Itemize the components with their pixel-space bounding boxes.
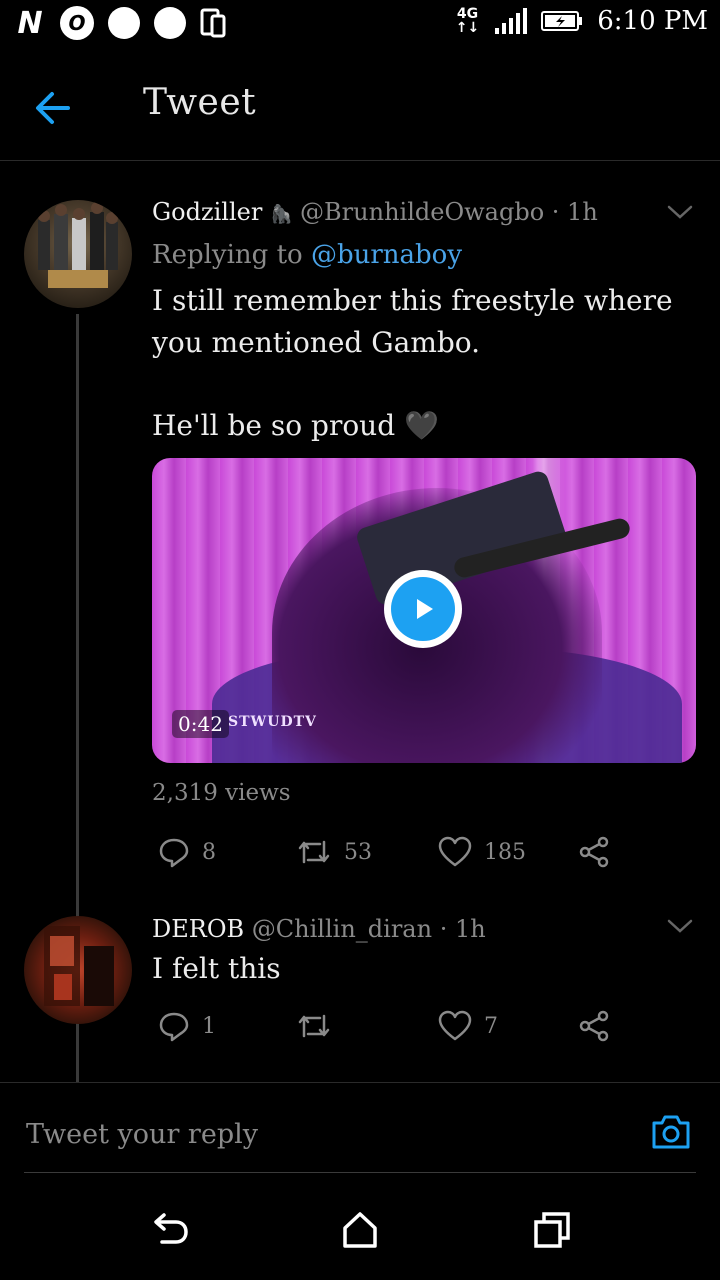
avatar-photo bbox=[44, 926, 114, 1006]
reply-button[interactable]: 1 bbox=[158, 1010, 216, 1042]
share-icon bbox=[579, 836, 609, 868]
display-name[interactable]: DEROB bbox=[152, 915, 244, 943]
recent-apps-icon[interactable] bbox=[532, 1210, 572, 1250]
reply-count: 1 bbox=[202, 1013, 216, 1039]
retweet-button[interactable] bbox=[296, 1010, 344, 1042]
navigation-bar bbox=[0, 1180, 720, 1280]
handle[interactable]: @BrunhildeOwagbo bbox=[300, 198, 544, 226]
heart-emoji: 🖤 bbox=[404, 409, 439, 442]
back-arrow-icon[interactable] bbox=[30, 86, 80, 130]
timestamp: · 1h bbox=[551, 198, 598, 226]
like-count: 7 bbox=[484, 1013, 498, 1039]
reply-divider bbox=[24, 1172, 696, 1173]
share-icon bbox=[579, 1010, 609, 1042]
reply-input[interactable] bbox=[24, 1113, 588, 1155]
timestamp: · 1h bbox=[439, 915, 486, 943]
tweet-text-line2: He'll be so proud 🖤 bbox=[152, 409, 439, 442]
chevron-down-icon[interactable] bbox=[666, 202, 694, 222]
battery-icon bbox=[541, 11, 583, 31]
home-icon[interactable] bbox=[340, 1210, 380, 1250]
screenshot-icon bbox=[200, 8, 226, 38]
tweet-text: I felt this bbox=[152, 952, 281, 985]
back-icon[interactable] bbox=[150, 1210, 190, 1250]
circle-notification-icon bbox=[154, 7, 186, 39]
reply-count: 8 bbox=[202, 839, 216, 865]
video-watermark: STWUDTV bbox=[228, 714, 317, 730]
mention-link[interactable]: @burnaboy bbox=[311, 240, 462, 270]
replying-to: Replying to @burnaboy bbox=[152, 240, 463, 270]
heart-icon bbox=[438, 836, 472, 867]
video-player[interactable]: STWUDTV 0:42 bbox=[152, 458, 696, 763]
reply-icon bbox=[159, 838, 189, 868]
status-time: 6:10 PM bbox=[597, 6, 708, 36]
status-bar: N O 4G ↑↓ 6:10 PM bbox=[0, 0, 720, 52]
tweet-header: DEROB @Chillin_diran · 1h bbox=[152, 915, 486, 943]
share-button[interactable] bbox=[578, 1010, 610, 1042]
like-count: 185 bbox=[484, 839, 526, 865]
avatar[interactable] bbox=[24, 200, 132, 308]
like-button[interactable]: 7 bbox=[438, 1010, 498, 1042]
opera-icon: O bbox=[60, 6, 94, 40]
retweet-count: 53 bbox=[344, 839, 372, 865]
network-type: 4G ↑↓ bbox=[455, 6, 480, 36]
reply-button[interactable]: 8 bbox=[158, 836, 216, 868]
play-button[interactable] bbox=[384, 570, 462, 648]
header: Tweet bbox=[0, 56, 720, 161]
heart-icon bbox=[438, 1010, 472, 1041]
video-duration: 0:42 bbox=[172, 710, 229, 738]
avatar[interactable] bbox=[24, 916, 132, 1024]
circle-notification-icon bbox=[108, 7, 140, 39]
display-name[interactable]: Godziller bbox=[152, 198, 262, 226]
retweet-icon bbox=[298, 840, 330, 864]
play-icon bbox=[417, 599, 433, 619]
retweet-icon bbox=[298, 1014, 330, 1038]
gorilla-emoji: 🦍 bbox=[269, 204, 293, 225]
camera-icon[interactable] bbox=[650, 1111, 692, 1153]
reply-icon bbox=[159, 1012, 189, 1042]
tweet-text: I still remember this freestyle where yo… bbox=[152, 284, 673, 359]
signal-icon bbox=[495, 8, 528, 34]
page-title: Tweet bbox=[143, 82, 257, 123]
avatar-photo bbox=[38, 202, 118, 288]
share-button[interactable] bbox=[578, 836, 610, 868]
views-count: 2,319 views bbox=[152, 780, 291, 806]
n-notification-icon: N bbox=[17, 5, 43, 41]
chevron-down-icon[interactable] bbox=[666, 916, 694, 936]
like-button[interactable]: 185 bbox=[438, 836, 526, 868]
tweet-header: Godziller 🦍 @BrunhildeOwagbo · 1h bbox=[152, 198, 598, 226]
handle[interactable]: @Chillin_diran bbox=[252, 915, 432, 943]
retweet-button[interactable]: 53 bbox=[296, 836, 372, 868]
reply-bar bbox=[0, 1082, 720, 1175]
